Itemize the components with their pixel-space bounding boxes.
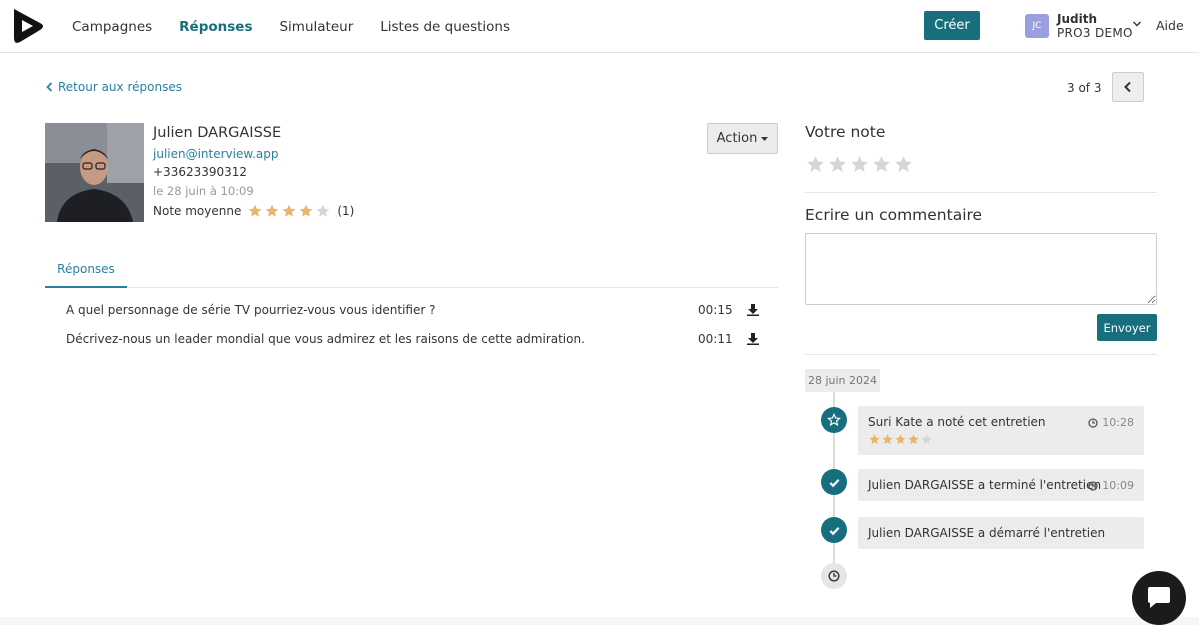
nav-item-simulateur[interactable]: Simulateur xyxy=(279,19,353,35)
question-row[interactable]: Décrivez-nous un leader mondial que vous… xyxy=(66,332,766,350)
help-link[interactable]: Aide xyxy=(1156,18,1184,33)
star-icon xyxy=(317,204,330,217)
tab-reponses[interactable]: Réponses xyxy=(45,252,127,288)
question-text: Décrivez-nous un leader mondial que vous… xyxy=(66,332,585,346)
user-name: Judith xyxy=(1057,12,1097,26)
chevron-left-icon xyxy=(46,82,53,92)
star-icon[interactable] xyxy=(893,154,914,175)
download-icon[interactable] xyxy=(747,333,759,345)
question-row[interactable]: A quel personnage de série TV pourriez-v… xyxy=(66,303,766,321)
back-link-label: Retour aux réponses xyxy=(58,80,182,94)
nav-item-reponses[interactable]: Réponses xyxy=(179,19,252,35)
clock-icon xyxy=(821,563,847,589)
download-icon[interactable] xyxy=(747,304,759,316)
chevron-left-icon xyxy=(1124,81,1131,93)
nav-item-campagnes[interactable]: Campagnes xyxy=(72,19,152,35)
user-avatar[interactable]: JC xyxy=(1025,14,1049,38)
star-icon xyxy=(895,434,906,445)
candidate-email-link[interactable]: julien@interview.app xyxy=(153,147,279,161)
divider xyxy=(805,192,1157,193)
chat-button[interactable] xyxy=(1132,571,1186,625)
timeline-event-text: Julien DARGAISSE a démarré l'entretien xyxy=(868,526,1106,540)
footer-band xyxy=(0,617,1199,625)
star-icon xyxy=(921,434,932,445)
star-icon[interactable] xyxy=(849,154,870,175)
average-rating-row: Note moyenne (1) xyxy=(153,203,354,219)
comment-textarea[interactable] xyxy=(805,233,1157,305)
timeline-event-text: Suri Kate a noté cet entretien xyxy=(868,415,1046,429)
timeline-event: Julien DARGAISSE a terminé l'entretien 1… xyxy=(858,469,1144,501)
average-rating-stars xyxy=(247,203,331,219)
nav-item-listes-de-questions[interactable]: Listes de questions xyxy=(380,19,510,35)
rating-count: (1) xyxy=(337,204,355,218)
comment-title: Ecrire un commentaire xyxy=(805,206,983,224)
timeline-date-chip: 28 juin 2024 xyxy=(805,369,880,392)
candidate-photo xyxy=(45,123,144,222)
main-nav: Campagnes Réponses Simulateur Listes de … xyxy=(72,0,510,53)
user-org: PRO3 DEMO xyxy=(1057,26,1133,40)
timeline-event-time: 10:09 xyxy=(1088,479,1134,492)
candidate-name: Julien DARGAISSE xyxy=(153,125,282,141)
star-icon xyxy=(869,434,880,445)
star-icon xyxy=(249,204,262,217)
your-rating-title: Votre note xyxy=(805,123,886,141)
star-icon[interactable] xyxy=(871,154,892,175)
star-icon xyxy=(300,204,313,217)
your-rating-stars[interactable] xyxy=(805,154,914,175)
app-logo-icon[interactable] xyxy=(10,7,46,45)
timeline-rating-stars xyxy=(868,433,933,446)
pager-text: 3 of 3 xyxy=(1067,81,1102,95)
previous-button[interactable] xyxy=(1112,72,1144,102)
clock-icon xyxy=(1088,417,1098,428)
star-icon[interactable] xyxy=(827,154,848,175)
check-icon xyxy=(821,469,847,495)
candidate-phone: +33623390312 xyxy=(153,165,248,179)
top-navbar: Campagnes Réponses Simulateur Listes de … xyxy=(0,0,1199,53)
chevron-down-icon[interactable] xyxy=(1132,19,1142,29)
divider xyxy=(805,354,1157,355)
star-icon xyxy=(908,434,919,445)
timeline-event: Julien DARGAISSE a démarré l'entretien xyxy=(858,517,1144,549)
back-to-responses-link[interactable]: Retour aux réponses xyxy=(46,80,182,94)
star-icon[interactable] xyxy=(805,154,826,175)
star-icon xyxy=(821,407,847,433)
question-duration: 00:15 xyxy=(698,303,733,317)
star-icon xyxy=(882,434,893,445)
question-text: A quel personnage de série TV pourriez-v… xyxy=(66,303,436,317)
timeline-event: Suri Kate a noté cet entretien 10:28 xyxy=(858,406,1144,455)
create-button[interactable]: Créer xyxy=(924,11,980,40)
tabs-bar: Réponses xyxy=(45,252,778,288)
average-rating-label: Note moyenne xyxy=(153,204,242,218)
action-label: Action xyxy=(716,131,758,146)
star-icon xyxy=(283,204,296,217)
user-menu[interactable]: Judith PRO3 DEMO xyxy=(1057,12,1133,40)
action-dropdown-button[interactable]: Action xyxy=(707,123,778,154)
timeline-event-text: Julien DARGAISSE a terminé l'entretien xyxy=(868,478,1102,492)
clock-icon xyxy=(1088,480,1098,491)
chat-bubble-icon xyxy=(1148,587,1170,608)
caret-down-icon xyxy=(761,136,769,141)
question-duration: 00:11 xyxy=(698,332,733,346)
star-icon xyxy=(266,204,279,217)
send-button[interactable]: Envoyer xyxy=(1097,314,1157,341)
check-icon xyxy=(821,517,847,543)
timeline-event-time: 10:28 xyxy=(1088,416,1134,429)
candidate-date: le 28 juin à 10:09 xyxy=(153,184,254,198)
